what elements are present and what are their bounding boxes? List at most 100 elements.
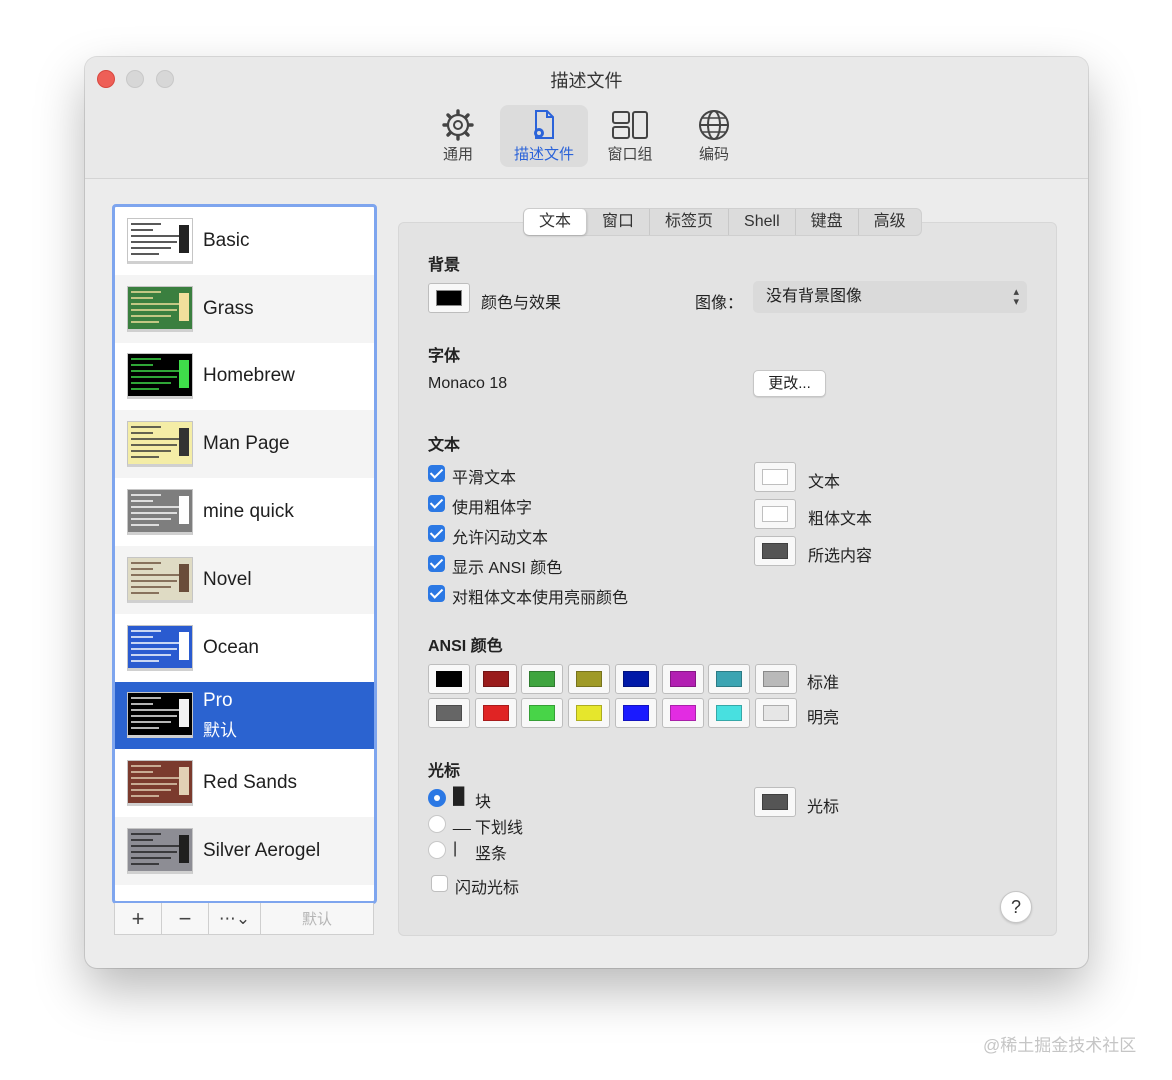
gear-icon bbox=[442, 109, 474, 141]
profile-row[interactable]: Basic bbox=[115, 207, 374, 275]
text-color-well[interactable] bbox=[754, 462, 796, 492]
text-option-label: 对粗体文本使用亮丽颜色 bbox=[452, 590, 629, 607]
profile-name: Grass bbox=[203, 297, 254, 319]
text-option-label: 显示 ANSI 颜色 bbox=[452, 560, 563, 577]
toolbar-encoding[interactable]: 编码 bbox=[677, 105, 751, 167]
profile-row[interactable]: Homebrew bbox=[115, 343, 374, 411]
ansi-normal-color-4[interactable] bbox=[614, 664, 657, 694]
profile-row[interactable]: Pro 默认 bbox=[115, 681, 374, 750]
help-button[interactable]: ? bbox=[1000, 891, 1032, 923]
profile-row[interactable]: Novel bbox=[115, 545, 374, 614]
set-default-button[interactable]: 默认 bbox=[261, 903, 373, 934]
profile-row[interactable]: mine quick bbox=[115, 478, 374, 546]
tab-1[interactable]: 窗口 bbox=[587, 209, 651, 235]
ansi-heading: ANSI 颜色 bbox=[428, 638, 503, 655]
cursor-shape-radio[interactable] bbox=[428, 789, 446, 807]
background-image-value: 没有背景图像 bbox=[766, 288, 863, 305]
remove-profile-button[interactable]: − bbox=[162, 903, 209, 934]
ansi-normal-color-5[interactable] bbox=[661, 664, 704, 694]
tab-5[interactable]: 高级 bbox=[859, 209, 921, 235]
tab-0[interactable]: 文本 bbox=[524, 209, 588, 235]
profile-list-toolbar: + − ⋯⌄ 默认 bbox=[114, 903, 374, 935]
profile-row[interactable]: Ocean bbox=[115, 614, 374, 682]
tab-4[interactable]: 键盘 bbox=[796, 209, 859, 235]
more-actions-button[interactable]: ⋯⌄ bbox=[209, 903, 261, 934]
ansi-bright-color-2[interactable] bbox=[521, 698, 564, 728]
toolbar-window-groups[interactable]: 窗口组 bbox=[593, 105, 667, 167]
profile-list[interactable]: Basic Grass Homebrew Man Page mine quick Nove… bbox=[112, 204, 377, 904]
profile-text: Novel bbox=[203, 569, 252, 591]
titlebar: 描述文件 通用 描述文件 窗口组 编码 bbox=[85, 57, 1088, 179]
background-image-select[interactable]: 没有背景图像 ▴ ▾ bbox=[753, 281, 1027, 313]
tab-3[interactable]: Shell bbox=[729, 209, 796, 235]
profile-row[interactable]: Silver Aerogel bbox=[115, 817, 374, 885]
tab-bar: 文本 窗口 标签页 Shell 键盘 高级 bbox=[523, 208, 922, 236]
ansi-normal-color-6[interactable] bbox=[708, 664, 751, 694]
profile-name: Red Sands bbox=[203, 772, 298, 794]
ansi-bright-color-0[interactable] bbox=[428, 698, 470, 728]
add-profile-button[interactable]: + bbox=[115, 903, 162, 934]
text-option-checkbox[interactable] bbox=[428, 555, 445, 572]
text-color-label: 粗体文本 bbox=[808, 511, 873, 528]
ansi-bright-color-3[interactable] bbox=[568, 698, 611, 728]
window-title: 描述文件 bbox=[550, 71, 623, 91]
ansi-bright-color-7[interactable] bbox=[754, 698, 797, 728]
font-value: Monaco 18 bbox=[428, 375, 508, 392]
profile-text: Ocean bbox=[203, 637, 259, 659]
text-color-well[interactable] bbox=[754, 499, 796, 529]
profile-name: Novel bbox=[203, 568, 252, 590]
profile-row[interactable]: Man Page bbox=[115, 410, 374, 479]
cursor-shape-radio[interactable] bbox=[428, 841, 446, 859]
ansi-bright-color-5[interactable] bbox=[661, 698, 704, 728]
profile-preview-thumbnail bbox=[127, 828, 193, 875]
profile-name: Basic bbox=[203, 229, 250, 251]
cursor-shape-radio[interactable] bbox=[428, 815, 446, 833]
text-option-label: 允许闪动文本 bbox=[452, 530, 549, 547]
toolbar-general[interactable]: 通用 bbox=[421, 105, 495, 167]
profile-text: Basic bbox=[203, 230, 249, 252]
ansi-normal-color-1[interactable] bbox=[474, 664, 517, 694]
text-option-checkbox[interactable] bbox=[428, 525, 445, 542]
background-heading: 背景 bbox=[428, 257, 461, 274]
text-color-label: 文本 bbox=[808, 474, 841, 491]
profile-preview-thumbnail bbox=[127, 217, 193, 264]
ansi-normal-color-2[interactable] bbox=[521, 664, 564, 694]
ansi-normal-color-7[interactable] bbox=[754, 664, 797, 694]
text-heading: 文本 bbox=[428, 437, 461, 454]
text-option-label: 平滑文本 bbox=[452, 470, 517, 487]
tab-2[interactable]: 标签页 bbox=[650, 209, 730, 235]
ansi-normal-color-0[interactable] bbox=[428, 664, 470, 694]
profile-name: Homebrew bbox=[203, 365, 295, 387]
ansi-bright-color-4[interactable] bbox=[614, 698, 657, 728]
profile-name: mine quick bbox=[203, 501, 294, 523]
globe-icon bbox=[699, 110, 729, 140]
cursor-shape-label: 下划线 bbox=[475, 820, 524, 837]
cursor-color-label: 光标 bbox=[807, 799, 840, 816]
profile-text: Silver Aerogel bbox=[203, 840, 320, 862]
profile-preview-thumbnail bbox=[127, 489, 193, 536]
profile-row[interactable]: Red Sands bbox=[115, 749, 374, 817]
text-option-checkbox[interactable] bbox=[428, 465, 445, 482]
ansi-bright-color-6[interactable] bbox=[708, 698, 751, 728]
blink-cursor-checkbox[interactable] bbox=[431, 875, 448, 892]
ansi-bright-color-1[interactable] bbox=[474, 698, 517, 728]
profile-text: Grass bbox=[203, 298, 254, 320]
profile-name: Silver Aerogel bbox=[203, 840, 321, 862]
toolbar-profiles[interactable]: 描述文件 bbox=[500, 105, 588, 167]
profile-text: Red Sands bbox=[203, 772, 297, 794]
blink-cursor-label: 闪动光标 bbox=[455, 880, 520, 897]
ansi-normal-label: 标准 bbox=[807, 675, 840, 692]
change-font-button[interactable]: 更改... bbox=[753, 370, 826, 397]
text-option-checkbox[interactable] bbox=[428, 585, 445, 602]
profile-row[interactable]: Grass bbox=[115, 274, 374, 343]
text-option-checkbox[interactable] bbox=[428, 495, 445, 512]
profile-text: mine quick bbox=[203, 501, 294, 523]
text-color-well[interactable] bbox=[754, 536, 796, 566]
cursor-color-well[interactable] bbox=[754, 787, 796, 817]
profile-name: Pro bbox=[203, 689, 233, 711]
ansi-normal-color-3[interactable] bbox=[568, 664, 611, 694]
background-color-well[interactable] bbox=[428, 283, 470, 313]
profile-preview-thumbnail bbox=[127, 285, 193, 332]
window-group-icon bbox=[612, 111, 648, 139]
text-color-label: 所选内容 bbox=[808, 548, 873, 565]
